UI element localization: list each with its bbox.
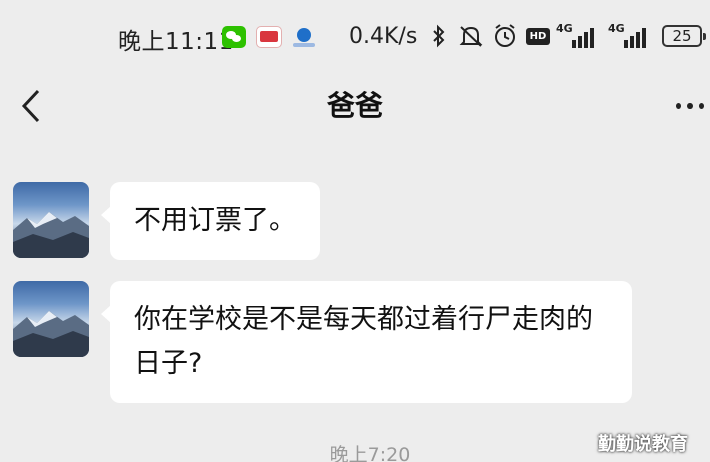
news-app-icon xyxy=(256,26,282,48)
mute-icon xyxy=(458,24,484,53)
hd-badge: HD xyxy=(526,28,550,45)
status-time: 晚上11:11 xyxy=(118,29,234,55)
alarm-icon xyxy=(492,24,518,53)
bank-app-icon xyxy=(292,26,316,48)
chevron-left-icon xyxy=(21,89,40,123)
signal-icon: 4G xyxy=(608,22,648,48)
avatar[interactable] xyxy=(13,182,89,258)
message-bubble[interactable]: 你在学校是不是每天都过着行尸走肉的日子? xyxy=(101,281,632,403)
more-dots-icon xyxy=(676,103,682,109)
network-type-label: 4G xyxy=(608,22,625,35)
battery-icon: 25 xyxy=(662,25,706,47)
avatar[interactable] xyxy=(13,281,89,357)
message-bubble[interactable]: 不用订票了。 xyxy=(101,182,320,260)
more-button[interactable] xyxy=(676,86,710,126)
back-button[interactable] xyxy=(14,86,48,126)
network-type-label: 4G xyxy=(556,22,573,35)
signal-icon: 4G xyxy=(556,22,596,48)
status-bar: 晚上11:11 0.4K/s HD 4G 4G 25 xyxy=(0,0,710,74)
bluetooth-icon xyxy=(431,24,447,53)
wechat-icon xyxy=(222,26,246,48)
page-title: 爸爸 xyxy=(326,89,383,122)
chat-header: 爸爸 xyxy=(0,74,710,138)
watermark: 勤勤说教育 xyxy=(598,434,688,455)
net-speed: 0.4K/s xyxy=(349,24,418,49)
